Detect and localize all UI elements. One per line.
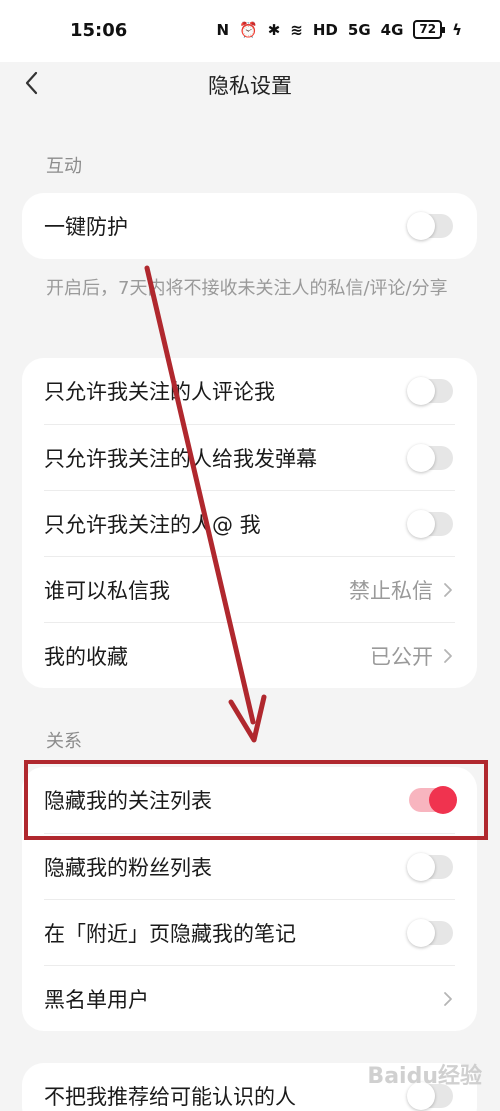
bluetooth-icon: ✱ [267,20,281,39]
private-message-row[interactable]: 谁可以私信我 禁止私信 [44,556,455,622]
hide-fans-row[interactable]: 隐藏我的粉丝列表 [44,833,455,899]
interaction-settings-card: 只允许我关注的人评论我 只允许我关注的人给我发弹幕 只允许我关注的人@ 我 谁可… [22,358,477,688]
comment-permission-row[interactable]: 只允许我关注的人评论我 [44,358,455,424]
one-click-protection-row[interactable]: 一键防护 [44,193,455,259]
status-icons: N ⏰ ✱ ≋ HD 5G 4G 72 ϟ [216,20,462,39]
one-click-protection-toggle[interactable] [407,212,453,240]
one-click-protection-card: 一键防护 [22,193,477,259]
chevron-right-icon [444,991,452,1006]
comment-permission-toggle[interactable] [407,377,453,405]
hide-fans-label: 隐藏我的粉丝列表 [44,855,212,880]
my-collection-row[interactable]: 我的收藏 已公开 [44,622,455,688]
alarm-icon: ⏰ [239,20,258,39]
hd-badge: HD [312,20,338,39]
danmaku-permission-row[interactable]: 只允许我关注的人给我发弹幕 [44,424,455,490]
signal-4g-icon: 4G [380,20,404,39]
chevron-right-icon [444,582,452,597]
no-recommend-label: 不把我推荐给可能认识的人 [44,1085,296,1109]
section-label-relation: 关系 [46,731,82,752]
hide-fans-toggle[interactable] [407,852,453,881]
signal-5g-icon: 5G [347,20,371,39]
one-click-protection-label: 一键防护 [44,215,128,239]
chevron-right-icon [444,648,452,663]
battery-icon: 72 [413,20,445,39]
annotation-highlight-box [24,760,488,840]
my-collection-value: 已公开 [370,644,433,669]
blacklist-row[interactable]: 黑名单用户 [44,965,455,1031]
mention-permission-row[interactable]: 只允许我关注的人@ 我 [44,490,455,556]
mention-permission-toggle[interactable] [407,509,453,538]
my-collection-label: 我的收藏 [44,644,128,669]
private-message-value: 禁止私信 [349,578,433,603]
private-message-label: 谁可以私信我 [44,578,170,603]
hide-nearby-notes-label: 在「附近」页隐藏我的笔记 [44,921,296,946]
page-title: 隐私设置 [208,74,292,98]
one-click-protection-hint: 开启后，7天内将不接收未关注人的私信/评论/分享 [46,278,448,299]
hide-nearby-notes-toggle[interactable] [407,918,453,947]
comment-permission-label: 只允许我关注的人评论我 [44,380,275,404]
charging-icon: ϟ [452,20,462,39]
mention-permission-label: 只允许我关注的人@ 我 [44,512,261,537]
section-label-interaction: 互动 [46,156,82,177]
danmaku-permission-toggle[interactable] [407,443,453,472]
nav-bar: 隐私设置 [0,48,500,120]
hide-nearby-notes-row[interactable]: 在「附近」页隐藏我的笔记 [44,899,455,965]
nfc-icon: N [216,20,230,39]
wifi-icon: ≋ [290,20,303,39]
status-time: 15:06 [70,20,128,41]
watermark-logo: Baidu经验 [367,1064,482,1089]
danmaku-permission-label: 只允许我关注的人给我发弹幕 [44,446,317,471]
blacklist-label: 黑名单用户 [44,987,149,1012]
